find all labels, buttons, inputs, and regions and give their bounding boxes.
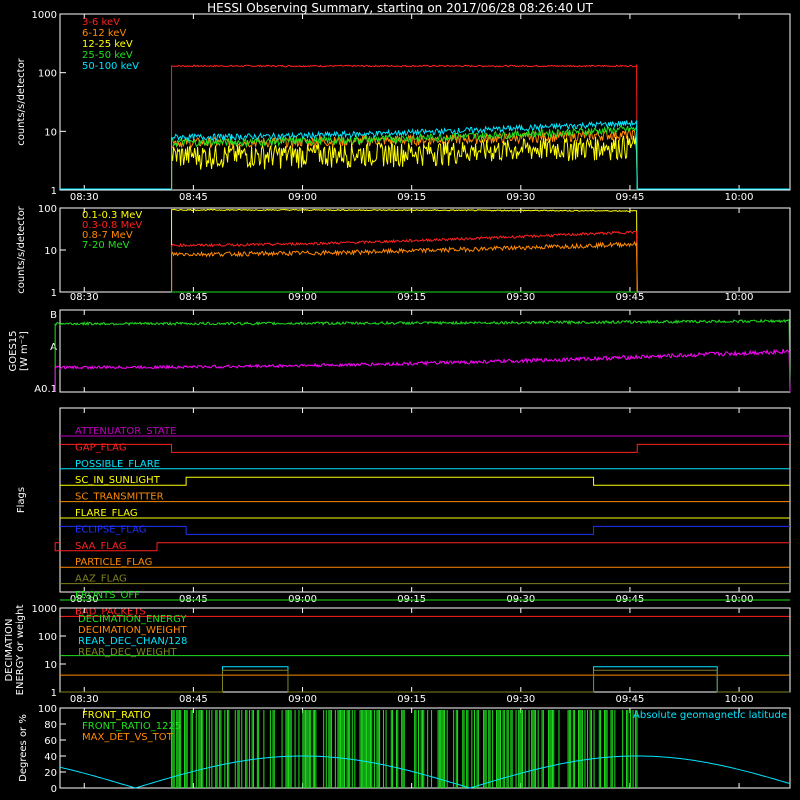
flags-series-3 bbox=[60, 476, 790, 486]
gamma-series-2 bbox=[171, 240, 638, 293]
goes-ytick-label: B bbox=[50, 310, 57, 321]
gamma-xtick-label: 09:00 bbox=[288, 292, 317, 303]
decim-xtick-label: 09:45 bbox=[616, 694, 645, 705]
flags-legend-9: AAZ_FLAG bbox=[75, 574, 127, 585]
flags-legend-8: PARTICLE_FLAG bbox=[75, 557, 152, 568]
gamma-series-1 bbox=[171, 230, 638, 293]
decim-legend-2: REAR_DEC_CHAN/128 bbox=[78, 636, 187, 647]
flags-legend-3: SC_IN_SUNLIGHT bbox=[75, 475, 161, 486]
goes-ylabel: GOES15 bbox=[8, 330, 19, 371]
flags-legend-7: SAA_FLAG bbox=[75, 541, 126, 552]
decim-xtick-label: 09:00 bbox=[288, 694, 317, 705]
decim-xtick-label: 08:30 bbox=[70, 694, 99, 705]
xray-ytick-label: 10 bbox=[44, 127, 57, 138]
summary-chart: HESSI Observing Summary, starting on 201… bbox=[4, 1, 791, 795]
gamma-ytick-label: 10 bbox=[44, 246, 57, 257]
geo-legend-3: Absolute geomagnetic latitude bbox=[633, 710, 787, 721]
decim-xtick-label: 09:15 bbox=[397, 694, 426, 705]
xray-legend-4: 50-100 keV bbox=[82, 61, 139, 72]
gamma-legend-3: 7-20 MeV bbox=[82, 240, 130, 251]
decim-ylabel2: ENERGY or weight bbox=[15, 605, 26, 696]
decim-legend-0: DECIMATION_ENERGY bbox=[78, 614, 187, 625]
decim-ytick-label: 1000 bbox=[32, 604, 57, 615]
geo-legend-1: FRONT_RATIO_1225 bbox=[82, 721, 181, 732]
goes-series-1 bbox=[54, 348, 791, 393]
flags-legend-2: POSSIBLE_FLARE bbox=[75, 459, 160, 470]
geo-ytick-label: 80 bbox=[44, 720, 57, 731]
gamma-ylabel: counts/s/detector bbox=[16, 205, 27, 293]
decim-legend-1: DECIMATION_WEIGHT bbox=[78, 625, 187, 636]
xray-xtick-label: 09:00 bbox=[288, 192, 317, 203]
xray-ytick-label: 1 bbox=[51, 186, 57, 197]
decim-ytick-label: 10 bbox=[44, 660, 57, 671]
gamma-xtick-label: 10:00 bbox=[725, 292, 754, 303]
geo-front-ratio-bars bbox=[171, 710, 638, 788]
flags-legend-5: FLARE_FLAG bbox=[75, 508, 138, 519]
gamma-ytick-label: 1 bbox=[51, 288, 57, 299]
goes-ytick-label: A0.1 bbox=[34, 384, 57, 395]
decim-legend-3: REAR_DEC_WEIGHT bbox=[78, 647, 177, 658]
decim-xtick-label: 08:45 bbox=[179, 694, 208, 705]
xray-legend-0: 3-6 keV bbox=[82, 17, 120, 28]
xray-xtick-label: 09:45 bbox=[616, 192, 645, 203]
geo-ytick-label: 0 bbox=[51, 784, 57, 795]
flags-series-1 bbox=[60, 443, 790, 453]
xray-xtick-label: 09:15 bbox=[397, 192, 426, 203]
xray-legend-1: 6-12 keV bbox=[82, 28, 126, 39]
gamma-xtick-label: 09:45 bbox=[616, 292, 645, 303]
decim-xtick-label: 10:00 bbox=[725, 694, 754, 705]
goes-ytick-label: A bbox=[50, 342, 57, 353]
gamma-xtick-label: 09:15 bbox=[397, 292, 426, 303]
gamma-xtick-label: 08:45 bbox=[179, 292, 208, 303]
flags-series-6 bbox=[60, 525, 790, 535]
flags-legend-0: ATTENUATOR_STATE bbox=[75, 426, 176, 437]
chart-title: HESSI Observing Summary, starting on 201… bbox=[207, 1, 593, 15]
flags-legend-4: SC_TRANSMITTER bbox=[75, 492, 164, 503]
decim-ylabel: DECIMATION bbox=[4, 618, 15, 681]
geo-ytick-label: 40 bbox=[44, 752, 57, 763]
decim-ytick-label: 1 bbox=[51, 688, 57, 699]
geo-legend-0: FRONT_RATIO bbox=[82, 710, 151, 721]
xray-xtick-label: 09:30 bbox=[506, 192, 535, 203]
geo-legend-2: MAX_DET_VS_TOT bbox=[82, 732, 174, 743]
decim-xtick-label: 09:30 bbox=[506, 694, 535, 705]
xray-ylabel: counts/s/detector bbox=[16, 57, 27, 145]
geo-ytick-label: 20 bbox=[44, 768, 57, 779]
geo-latitude-series bbox=[59, 755, 791, 789]
xray-xtick-label: 10:00 bbox=[725, 192, 754, 203]
decim-series-3 bbox=[60, 669, 790, 693]
xray-xtick-label: 08:45 bbox=[179, 192, 208, 203]
xray-legend-3: 25-50 keV bbox=[82, 50, 133, 61]
xray-xtick-label: 08:30 bbox=[70, 192, 99, 203]
geo-ylabel: Degrees or % bbox=[18, 714, 29, 782]
gamma-xtick-label: 09:30 bbox=[506, 292, 535, 303]
xray-ytick-label: 100 bbox=[38, 69, 57, 80]
decim-ytick-label: 100 bbox=[38, 632, 57, 643]
xray-legend-2: 12-25 keV bbox=[82, 39, 133, 50]
xray-frame bbox=[59, 13, 791, 191]
flags-ylabel: Flags bbox=[16, 487, 27, 513]
gamma-xtick-label: 08:30 bbox=[70, 292, 99, 303]
flags-series-7 bbox=[54, 542, 790, 552]
geo-ytick-label: 60 bbox=[44, 736, 57, 747]
flags-legend-10: FRONTS_OFF bbox=[75, 590, 140, 601]
gamma-ytick-label: 100 bbox=[38, 204, 57, 215]
geo-ytick-label: 100 bbox=[38, 704, 57, 715]
goes-ylabel2: [W m⁻²] bbox=[19, 331, 30, 371]
xray-ytick-label: 1000 bbox=[32, 10, 57, 21]
